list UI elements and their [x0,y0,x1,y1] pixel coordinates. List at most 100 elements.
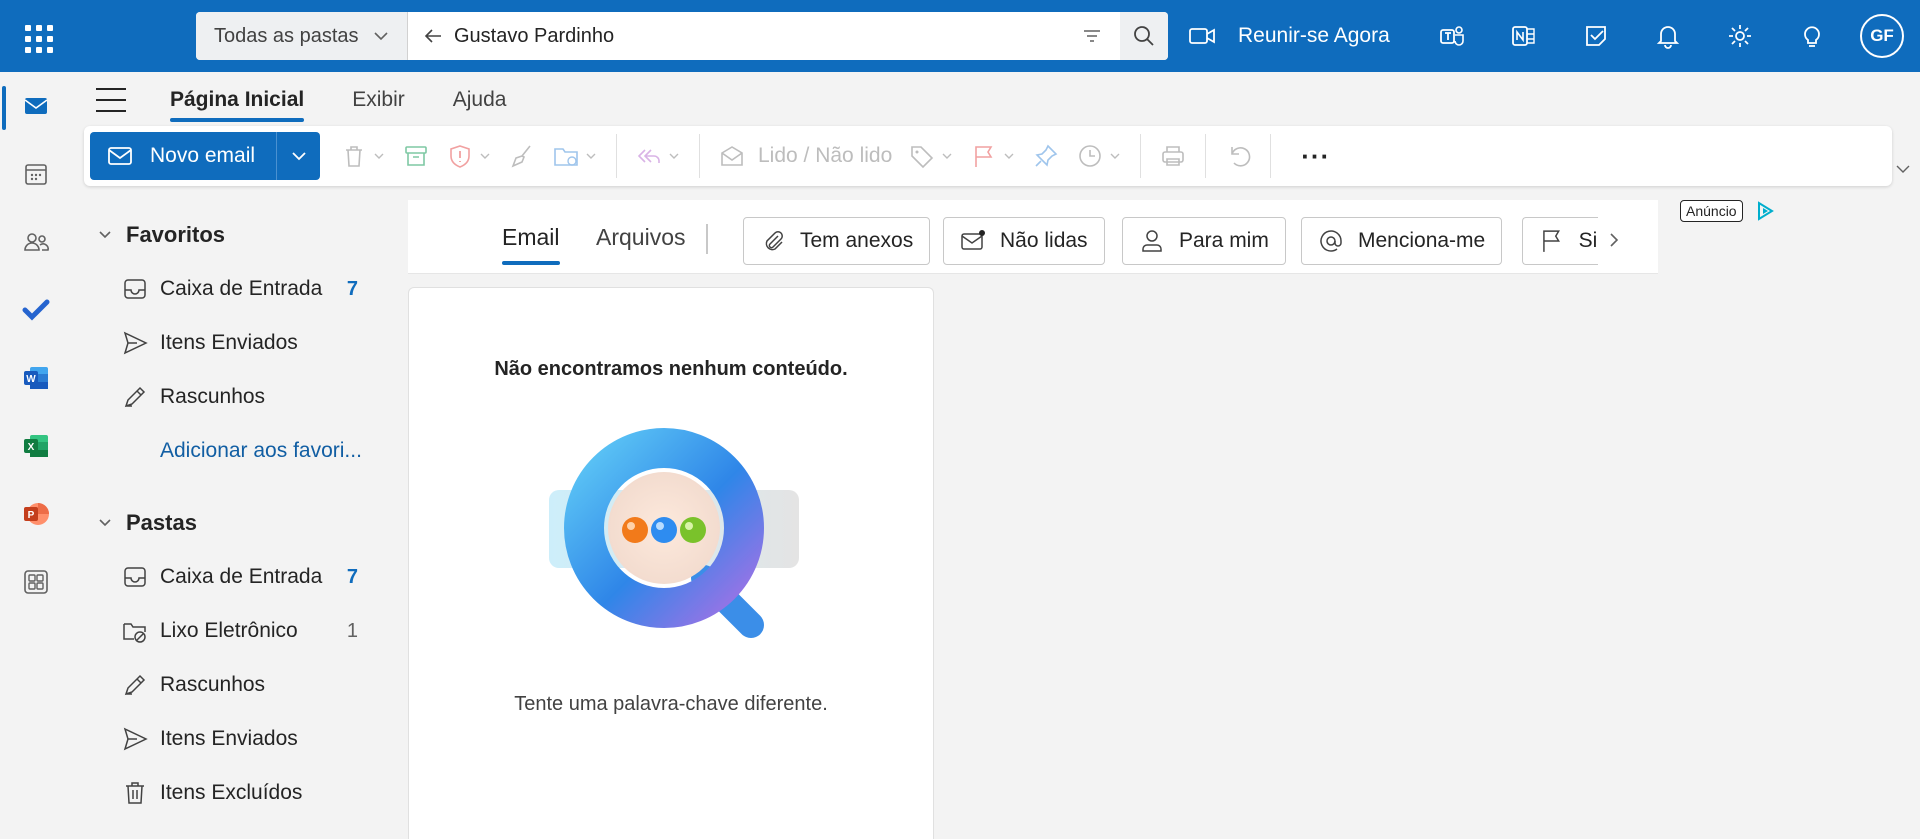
person-icon [1142,230,1162,252]
folders-section-header[interactable]: Pastas [98,510,197,536]
favorite-item-drafts[interactable]: Rascunhos [122,375,392,419]
folder-label: Caixa de Entrada [160,277,323,300]
favorite-item-inbox[interactable]: Caixa de Entrada 7 [122,267,392,311]
send-icon [123,727,148,751]
gear-icon[interactable] [1720,16,1760,56]
filter-to-me[interactable]: Para mim [1122,217,1286,265]
search-input[interactable] [454,24,1080,48]
unread-count: 7 [346,565,358,588]
svg-text:X: X [28,442,35,453]
calendar-icon[interactable] [16,154,56,194]
add-to-favorites-link[interactable]: Adicionar aos favori... [122,429,392,473]
filter-mentions-me[interactable]: Menciona-me [1301,217,1503,265]
ad-label: Anúncio [1680,200,1743,222]
tab-divider [706,224,708,254]
send-icon [123,331,148,355]
chevron-down-icon [480,153,490,159]
pin-button[interactable] [1024,132,1068,180]
chevron-down-icon [942,153,952,159]
search-icon [1134,26,1154,46]
reply-all-icon [637,149,660,163]
new-email-split-button: Novo email [90,132,320,180]
todo-app-icon[interactable] [16,290,56,330]
excel-icon[interactable]: X [16,426,56,466]
flag-icon [975,146,993,167]
chevron-down-icon [669,153,679,159]
filter-has-attachments[interactable]: Tem anexos [743,217,931,265]
shield-icon [450,145,470,168]
folder-item-deleted[interactable]: Itens Excluídos [122,771,392,815]
lightbulb-icon[interactable] [1792,16,1832,56]
people-icon[interactable] [16,222,56,262]
snooze-button[interactable] [1068,132,1130,180]
todo-icon[interactable] [1576,16,1616,56]
hamburger-menu-icon[interactable] [96,88,126,112]
meet-now-button[interactable]: Reunir-se Agora [1188,18,1390,54]
bell-icon[interactable] [1648,16,1688,56]
tab-email[interactable]: Email [502,224,560,265]
video-camera-icon [1189,28,1215,44]
svg-text:P: P [28,510,35,521]
move-to-button[interactable] [544,132,606,180]
flag-button[interactable] [962,132,1024,180]
new-email-dropdown[interactable] [276,132,320,180]
chevron-down-icon [1110,153,1120,159]
empty-state-subtitle: Tente uma palavra-chave diferente. [514,693,828,715]
tab-home[interactable]: Página Inicial [170,88,305,122]
magnifier-illustration-icon [549,428,799,638]
new-email-button[interactable]: Novo email [90,132,276,180]
chevron-down-icon[interactable] [1894,160,1912,178]
read-unread-button[interactable]: Lido / Não lido [710,132,900,180]
clock-icon [1079,145,1102,167]
chevron-down-icon [374,153,384,159]
chevron-down-icon [586,153,596,159]
trash-icon [346,146,362,167]
tab-view[interactable]: Exibir [352,88,405,120]
search-results-panel: Não encontramos nenhum conteúdo. Tente u… [408,287,934,839]
filter-label: Não lidas [1000,229,1088,252]
favorites-section-header[interactable]: Favoritos [98,222,225,248]
reply-all-button[interactable] [627,132,689,180]
more-options-button[interactable]: ··· [1301,141,1330,172]
teams-icon[interactable] [1432,16,1472,56]
report-button[interactable] [438,132,500,180]
archive-button[interactable] [394,132,438,180]
draft-icon [124,386,146,408]
tab-files[interactable]: Arquivos [596,224,685,261]
folder-item-drafts[interactable]: Rascunhos [122,663,392,707]
back-arrow-icon[interactable] [422,25,444,47]
undo-button[interactable] [1216,132,1260,180]
delete-button[interactable] [332,132,394,180]
ad-choices-icon[interactable] [1754,200,1776,222]
powerpoint-icon[interactable]: P [16,494,56,534]
chevron-right-icon[interactable] [1602,228,1626,252]
tab-help[interactable]: Ajuda [453,88,507,120]
folder-pane: Favoritos Caixa de Entrada 7 Itens Envia… [72,200,396,839]
avatar[interactable]: GF [1860,14,1904,58]
favorite-item-sent[interactable]: Itens Enviados [122,321,392,365]
mail-icon[interactable] [16,86,56,126]
filter-label: Para mim [1179,229,1269,252]
chevron-down-icon [99,231,111,239]
folder-item-inbox[interactable]: Caixa de Entrada 7 [122,555,392,599]
ribbon-tabs: Página Inicial Exibir Ajuda [96,80,554,122]
archive-icon [405,146,427,166]
app-launcher-icon[interactable] [18,18,54,54]
folder-item-sent[interactable]: Itens Enviados [122,717,392,761]
onenote-icon[interactable] [1504,16,1544,56]
favorites-title: Favoritos [126,222,226,247]
categorize-button[interactable] [900,132,962,180]
filter-flagged[interactable]: Sinalizadas [1522,217,1598,265]
filter-unread[interactable]: Não lidas [943,217,1105,265]
word-icon[interactable]: W [16,358,56,398]
filter-icon[interactable] [1080,24,1104,48]
new-email-label: Novo email [150,144,256,167]
meet-now-label: Reunir-se Agora [1238,24,1390,47]
search-button[interactable] [1120,12,1168,60]
more-apps-icon[interactable] [16,562,56,602]
sweep-button[interactable] [500,132,544,180]
search-scope-dropdown[interactable]: Todas as pastas [196,12,408,60]
folder-label: Lixo Eletrônico [160,619,298,642]
print-button[interactable] [1151,132,1195,180]
folder-item-junk[interactable]: Lixo Eletrônico 1 [122,609,392,653]
